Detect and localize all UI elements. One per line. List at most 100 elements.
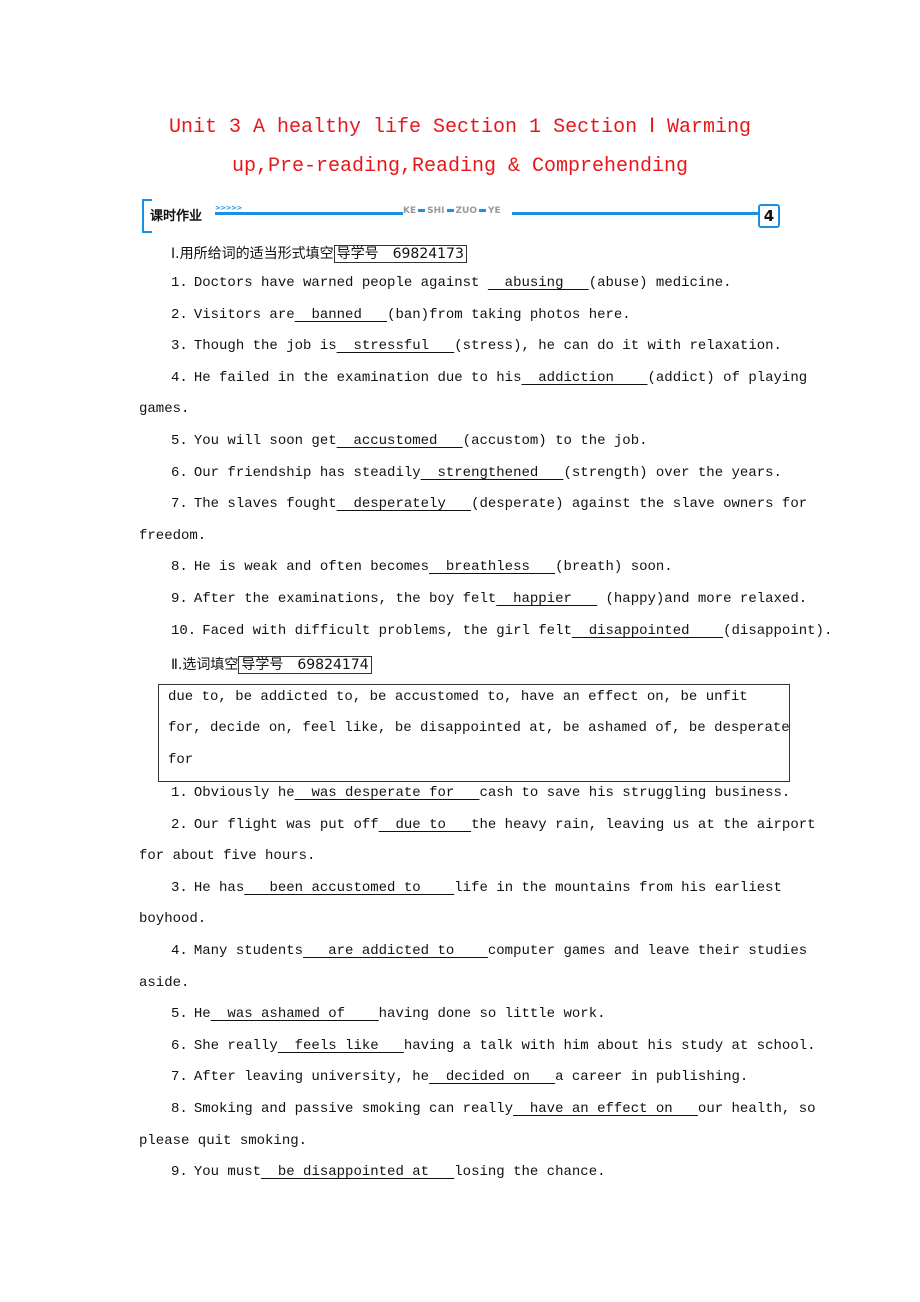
part1-heading-text: Ⅰ.用所给词的适当形式填空 bbox=[171, 246, 334, 262]
item-number: 2. bbox=[171, 306, 188, 323]
item-number: 1. bbox=[171, 275, 188, 291]
exercise-item: 5. You will soon get accustomed (accustom… bbox=[171, 433, 821, 449]
item-continuation: please quit smoking. bbox=[139, 1132, 308, 1149]
word-bank-line: for bbox=[168, 752, 194, 768]
answer-blank: abusing bbox=[487, 275, 589, 291]
answer-blank: accustomed bbox=[336, 433, 463, 449]
exercise-item: 7. The slaves fought desperately (despera… bbox=[171, 496, 821, 512]
item-text: You must bbox=[193, 1164, 262, 1181]
exercise-item: 2. Visitors are banned (ban)from taking p… bbox=[171, 307, 821, 323]
item-text: (stress), he can do it with relaxation. bbox=[454, 338, 782, 355]
exercise-item: 4. He failed in the examination due to hi… bbox=[171, 370, 821, 386]
item-text: He has bbox=[193, 879, 245, 896]
answer-blank: was ashamed of bbox=[210, 1006, 379, 1023]
item-text: (addict) of playing bbox=[647, 369, 808, 386]
item-number: 1. bbox=[171, 785, 188, 801]
word-bank-line: for, decide on, feel like, be disappoint… bbox=[168, 720, 790, 736]
item-text: (accustom) to the job. bbox=[462, 433, 648, 449]
part1-heading: Ⅰ.用所给词的适当形式填空 导学号 69824173 bbox=[171, 243, 821, 263]
item-text: losing the chance. bbox=[454, 1164, 606, 1181]
item-number: 6. bbox=[171, 464, 188, 481]
part2-heading-text: Ⅱ.选词填空 bbox=[171, 657, 239, 673]
banner-label: 课时作业 bbox=[150, 209, 203, 224]
word-bank-box: due to, be addicted to, be accustomed to… bbox=[158, 684, 790, 782]
answer-blank: be disappointed at bbox=[261, 1164, 455, 1181]
exercise-item: 1. Obviously he was desperate for cash to… bbox=[171, 785, 821, 801]
item-number: 4. bbox=[171, 369, 188, 386]
exercise-item: 3. He has been accustomed to life in the … bbox=[171, 880, 821, 896]
answer-blank: happier bbox=[496, 591, 598, 607]
guide-id-badge: 导学号 69824173 bbox=[333, 245, 467, 263]
banner-rule bbox=[215, 212, 403, 215]
item-text: After leaving university, he bbox=[193, 1069, 430, 1086]
answer-blank: desperately bbox=[336, 496, 472, 513]
item-number: 2. bbox=[171, 816, 188, 833]
answer-blank: decided on bbox=[429, 1069, 556, 1086]
item-text: Our flight was put off bbox=[193, 816, 379, 833]
item-number: 7. bbox=[171, 1069, 188, 1086]
item-text: (desperate) against the slave owners for bbox=[471, 496, 808, 513]
item-number: 8. bbox=[171, 1101, 188, 1117]
item-text: a career in publishing. bbox=[555, 1069, 749, 1086]
banner-pinyin-word: SHI bbox=[427, 206, 445, 216]
item-number: 10. bbox=[171, 622, 197, 639]
item-text: Visitors are bbox=[193, 306, 295, 323]
item-number: 9. bbox=[171, 1164, 188, 1181]
item-number: 5. bbox=[171, 433, 188, 449]
answer-blank: stressful bbox=[336, 338, 455, 355]
item-text: (happy)and more relaxed. bbox=[597, 591, 808, 607]
answer-blank: banned bbox=[294, 306, 388, 323]
banner-rule bbox=[512, 212, 760, 215]
banner-number-badge: 4 bbox=[758, 204, 780, 228]
item-number: 7. bbox=[171, 496, 188, 513]
item-text: Faced with difficult problems, the girl … bbox=[202, 622, 572, 639]
exercise-item: 10. Faced with difficult problems, the gi… bbox=[171, 622, 832, 639]
item-continuation: for about five hours. bbox=[139, 848, 316, 865]
item-text: He bbox=[193, 1006, 211, 1023]
answer-blank: been accustomed to bbox=[244, 879, 455, 896]
item-number: 5. bbox=[171, 1006, 188, 1023]
item-text: He is weak and often becomes bbox=[193, 559, 430, 576]
item-continuation: aside. bbox=[139, 974, 190, 991]
exercise-item: 2. Our flight was put off due to the heav… bbox=[171, 817, 821, 833]
banner-arrows-icon: >>>>> bbox=[215, 204, 242, 212]
item-text: (disappoint). bbox=[723, 622, 833, 639]
exercise-item: 9. You must be disappointed at losing the… bbox=[171, 1164, 821, 1180]
document-title-line-2: up,Pre-reading,Reading & Comprehending bbox=[231, 155, 689, 178]
item-number: 6. bbox=[171, 1037, 188, 1054]
item-continuation: games. bbox=[139, 401, 190, 418]
exercise-item: 9. After the examinations, the boy felt h… bbox=[171, 591, 821, 607]
answer-blank: breathless bbox=[429, 559, 556, 576]
item-text: (strength) over the years. bbox=[563, 464, 782, 481]
exercise-item: 8. Smoking and passive smoking can really… bbox=[171, 1101, 821, 1117]
exercise-item: 5. He was ashamed of having done so littl… bbox=[171, 1006, 821, 1022]
item-text: the heavy rain, leaving us at the airpor… bbox=[471, 816, 816, 833]
item-text: The slaves fought bbox=[193, 496, 337, 513]
answer-blank: due to bbox=[378, 816, 472, 833]
document-title-line-1: Unit 3 A healthy life Section 1 Section … bbox=[169, 116, 751, 139]
banner-pinyin-word: YE bbox=[488, 206, 501, 216]
exercise-item: 4. Many students are addicted to computer… bbox=[171, 943, 821, 959]
item-text: Smoking and passive smoking can really bbox=[193, 1101, 514, 1117]
item-number: 8. bbox=[171, 559, 188, 576]
answer-blank: feels like bbox=[277, 1037, 404, 1054]
item-continuation: boyhood. bbox=[139, 911, 207, 928]
item-continuation: freedom. bbox=[139, 527, 207, 544]
item-text: You will soon get bbox=[193, 433, 337, 449]
exercise-item: 8. He is weak and often becomes breathles… bbox=[171, 559, 821, 575]
answer-blank: have an effect on bbox=[513, 1101, 698, 1117]
item-text: Our friendship has steadily bbox=[193, 464, 421, 481]
item-text: Though the job is bbox=[193, 338, 337, 355]
exercise-item: 6. She really feels like having a talk wi… bbox=[171, 1038, 821, 1054]
item-text: (ban)from taking photos here. bbox=[387, 306, 631, 323]
answer-blank: strengthened bbox=[420, 464, 564, 481]
section-banner: 课时作业 >>>>> KE SHI ZUO YE 4 bbox=[142, 199, 782, 233]
item-text: (breath) soon. bbox=[555, 559, 673, 576]
item-text: having a talk with him about his study a… bbox=[403, 1037, 816, 1054]
item-text: After the examinations, the boy felt bbox=[193, 591, 497, 607]
item-number: 9. bbox=[171, 591, 188, 607]
exercise-item: 7. After leaving university, he decided o… bbox=[171, 1069, 821, 1085]
item-number: 3. bbox=[171, 879, 188, 896]
item-text: cash to save his struggling business. bbox=[479, 785, 791, 801]
banner-pinyin-word: ZUO bbox=[455, 206, 478, 216]
